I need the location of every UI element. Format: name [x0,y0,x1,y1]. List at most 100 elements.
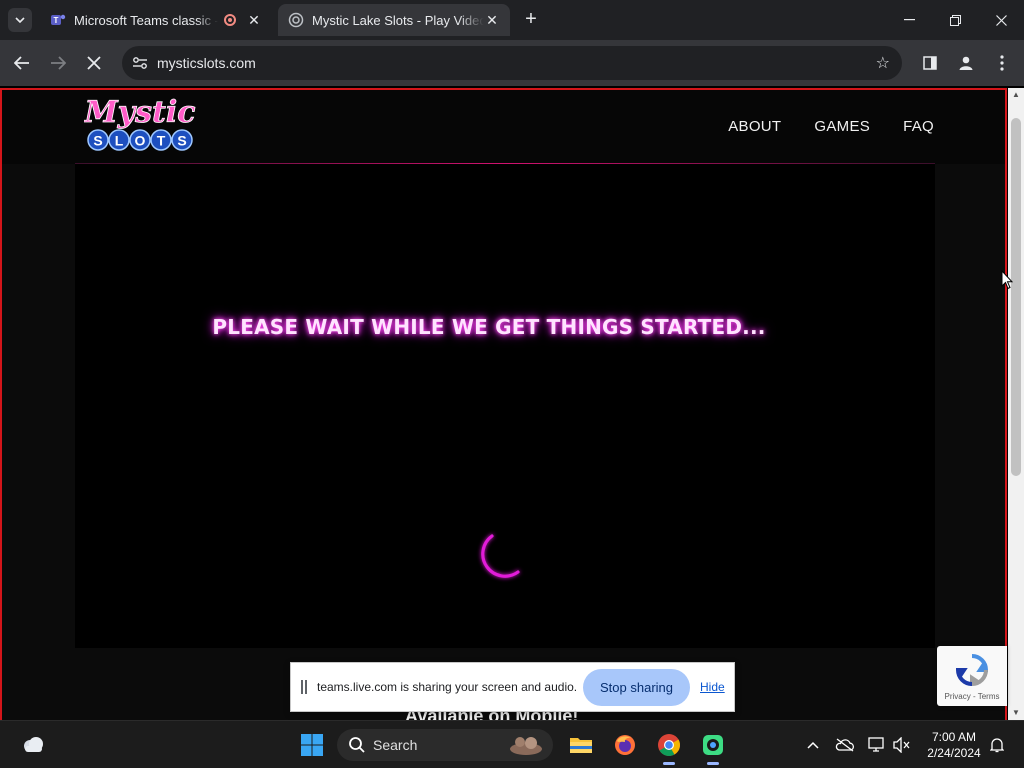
windows-icon [301,734,323,756]
site-nav: ABOUT GAMES FAQ [695,118,934,135]
windows-taskbar: Search 7:00 AM 2/24/2024 [0,720,1024,768]
system-clock[interactable]: 7:00 AM 2/24/2024 [918,729,990,761]
loading-spinner-icon [481,534,520,578]
forward-button[interactable] [44,49,72,77]
bell-icon [990,738,1004,753]
site-info-icon[interactable] [128,51,152,75]
nav-games[interactable]: GAMES [814,118,870,135]
camera-app-icon [703,735,723,755]
hide-link[interactable]: Hide [700,680,725,694]
browser-toolbar: mysticslots.com ☆ [0,40,1024,86]
recaptcha-badge[interactable]: Privacy - Terms [937,646,1007,706]
tab-teams[interactable]: T Microsoft Teams classic - Io ✕ [40,4,272,36]
recording-icon [224,14,236,26]
svg-text:O: O [135,133,146,149]
file-explorer-button[interactable] [565,729,597,761]
teams-icon: T [51,14,66,25]
bookmark-star-icon[interactable]: ☆ [876,53,890,73]
network-button[interactable] [865,729,889,761]
close-window-button[interactable] [978,0,1024,40]
speaker-muted-icon [893,737,910,753]
address-bar[interactable]: mysticslots.com ☆ [122,46,902,80]
logo-text-mystic: Mystic [84,95,196,130]
close-tab-icon[interactable]: ✕ [246,12,262,29]
menu-button[interactable] [988,49,1016,77]
svg-text:T: T [54,16,59,25]
game-loading-area: PLEASE WAIT WHILE WE GET THINGS STARTED.… [75,165,935,648]
globe-icon [288,12,304,28]
share-message: teams.live.com is sharing your screen an… [317,680,578,694]
page-margin [2,164,75,720]
tab-title: Microsoft Teams classic - Io [74,12,218,28]
weather-widget[interactable] [17,729,49,761]
tab-strip: T Microsoft Teams classic - Io ✕ Mystic … [0,0,1024,40]
nav-faq[interactable]: FAQ [903,118,934,135]
chrome-icon [658,734,680,756]
cloud-offline-icon [835,738,854,752]
kebab-menu-icon [1000,55,1004,71]
close-tab-icon[interactable]: ✕ [484,12,500,29]
svg-text:L: L [115,133,124,149]
firefox-icon [615,735,635,755]
nav-about[interactable]: ABOUT [728,118,781,135]
new-tab-button[interactable]: + [520,8,542,32]
drag-handle-icon[interactable] [301,680,307,694]
stop-loading-button[interactable] [80,49,108,77]
close-icon [995,14,1007,26]
tab-title: Mystic Lake Slots - Play Video F [312,12,484,28]
url-text[interactable]: mysticslots.com [157,55,256,71]
scroll-up-arrow-icon[interactable]: ▲ [1008,88,1024,102]
svg-text:S: S [93,133,102,149]
chrome-button[interactable] [653,729,685,765]
web-viewport: Mystic S L O T S ABOUT GAMES FAQ PLEASE … [0,86,1024,720]
folder-icon [570,738,592,753]
recaptcha-links[interactable]: Privacy - Terms [937,692,1007,701]
svg-text:T: T [157,133,166,149]
restore-icon [949,14,961,26]
svg-text:S: S [177,133,186,149]
network-icon [868,737,884,752]
side-panel-icon [923,56,937,70]
clock-time: 7:00 AM [931,730,977,744]
screen-sharing-app-button[interactable] [697,729,729,765]
header-divider [75,163,935,164]
page-margin [935,164,1006,720]
tab-mystic-slots[interactable]: Mystic Lake Slots - Play Video F ✕ [278,4,510,36]
scrollbar-thumb[interactable] [1011,118,1021,476]
back-button[interactable] [8,49,36,77]
restore-button[interactable] [932,0,978,40]
close-icon [87,56,101,70]
back-arrow-icon [14,56,29,70]
chevron-down-icon [15,17,25,23]
profile-button[interactable] [952,49,980,77]
logo-slots-balls: S L O T S [87,129,193,151]
onedrive-button[interactable] [833,729,857,761]
minimize-icon [903,19,915,21]
firefox-button[interactable] [609,729,641,761]
cloud-icon [24,737,43,752]
tab-search-button[interactable] [8,8,32,32]
site-header: Mystic S L O T S ABOUT GAMES FAQ [2,88,1006,164]
loading-message: PLEASE WAIT WHILE WE GET THINGS STARTED.… [212,315,766,339]
search-icon [349,737,365,753]
chevron-up-icon [807,741,819,749]
show-hidden-icons-button[interactable] [803,729,823,761]
search-label: Search [373,737,418,753]
minimize-button[interactable] [886,0,932,40]
clock-date: 2/24/2024 [927,746,981,760]
side-panel-button[interactable] [916,49,944,77]
page-scrollbar[interactable]: ▲ ▼ [1008,88,1024,720]
notifications-button[interactable] [986,729,1008,761]
mouse-cursor-icon [1001,270,1013,290]
stop-sharing-button[interactable]: Stop sharing [583,669,690,706]
forward-arrow-icon [51,56,66,70]
taskbar-search[interactable]: Search [337,729,553,761]
search-highlight-icon [510,737,542,755]
mystic-slots-logo[interactable]: Mystic S L O T S [84,92,196,158]
screen-share-bar: teams.live.com is sharing your screen an… [290,662,735,712]
profile-icon [959,56,973,70]
scroll-down-arrow-icon[interactable]: ▼ [1008,706,1024,720]
volume-button[interactable] [890,729,914,761]
start-button[interactable] [296,729,328,761]
recaptcha-icon [955,654,989,687]
